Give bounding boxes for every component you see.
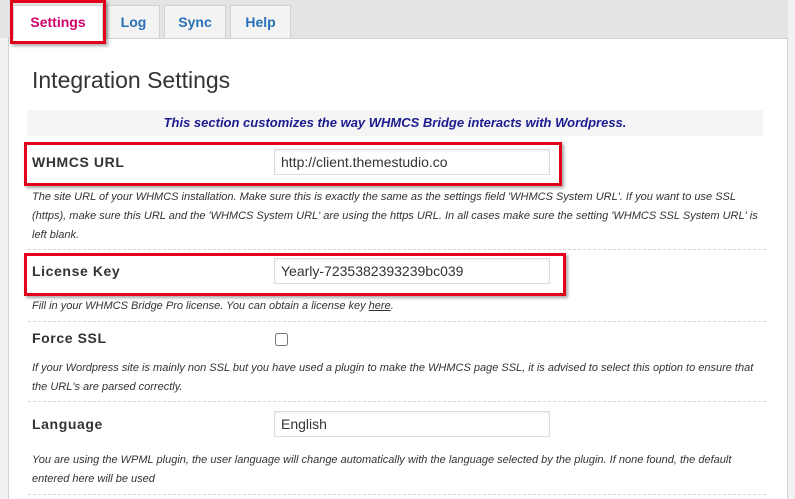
row-divider — [28, 249, 766, 250]
description-line: left blank. — [32, 229, 80, 241]
description-line: (https), make sure this URL and the 'WHM… — [32, 210, 758, 222]
language-label: Language — [32, 416, 103, 432]
description-line: the URL's are parsed correctly. — [32, 381, 183, 393]
description-line: Fill in your WHMCS Bridge Pro license. Y… — [32, 297, 394, 316]
row-divider — [28, 321, 766, 322]
section-intro-box: This section customizes the way WHMCS Br… — [27, 110, 763, 136]
whmcs-url-input[interactable] — [274, 149, 550, 175]
tab-bar: Settings Log Sync Help — [0, 0, 788, 39]
license-key-link[interactable]: here — [369, 300, 391, 312]
row-divider — [28, 494, 766, 495]
force-ssl-checkbox[interactable] — [275, 333, 288, 346]
description-line: You are using the WPML plugin, the user … — [32, 454, 732, 466]
license-key-label: License Key — [32, 263, 121, 279]
whmcs-url-description: The site URL of your WHMCS installation.… — [32, 188, 758, 245]
description-text: Fill in your WHMCS Bridge Pro license. Y… — [32, 300, 369, 312]
whmcs-url-label: WHMCS URL — [32, 154, 125, 170]
description-text: . — [390, 300, 394, 312]
tab-log[interactable]: Log — [107, 5, 160, 38]
force-ssl-description: If your Wordpress site is mainly non SSL… — [32, 359, 753, 397]
tab-sync[interactable]: Sync — [164, 5, 226, 38]
row-divider — [28, 401, 766, 402]
description-line: If your Wordpress site is mainly non SSL… — [32, 362, 754, 374]
tab-settings[interactable]: Settings — [13, 5, 103, 39]
section-intro-text: This section customizes the way WHMCS Br… — [163, 115, 627, 130]
description-line: entered here will be used — [32, 473, 155, 485]
page-title: Integration Settings — [32, 67, 231, 93]
license-key-description: Fill in your WHMCS Bridge Pro license. Y… — [32, 297, 394, 316]
language-description: You are using the WPML plugin, the user … — [32, 451, 731, 489]
settings-panel: Integration Settings This section custom… — [8, 38, 788, 499]
language-input[interactable] — [274, 411, 550, 437]
description-line: The site URL of your WHMCS installation.… — [32, 191, 736, 203]
license-key-input[interactable] — [274, 258, 550, 284]
tab-help[interactable]: Help — [230, 5, 291, 38]
force-ssl-label: Force SSL — [32, 330, 107, 346]
